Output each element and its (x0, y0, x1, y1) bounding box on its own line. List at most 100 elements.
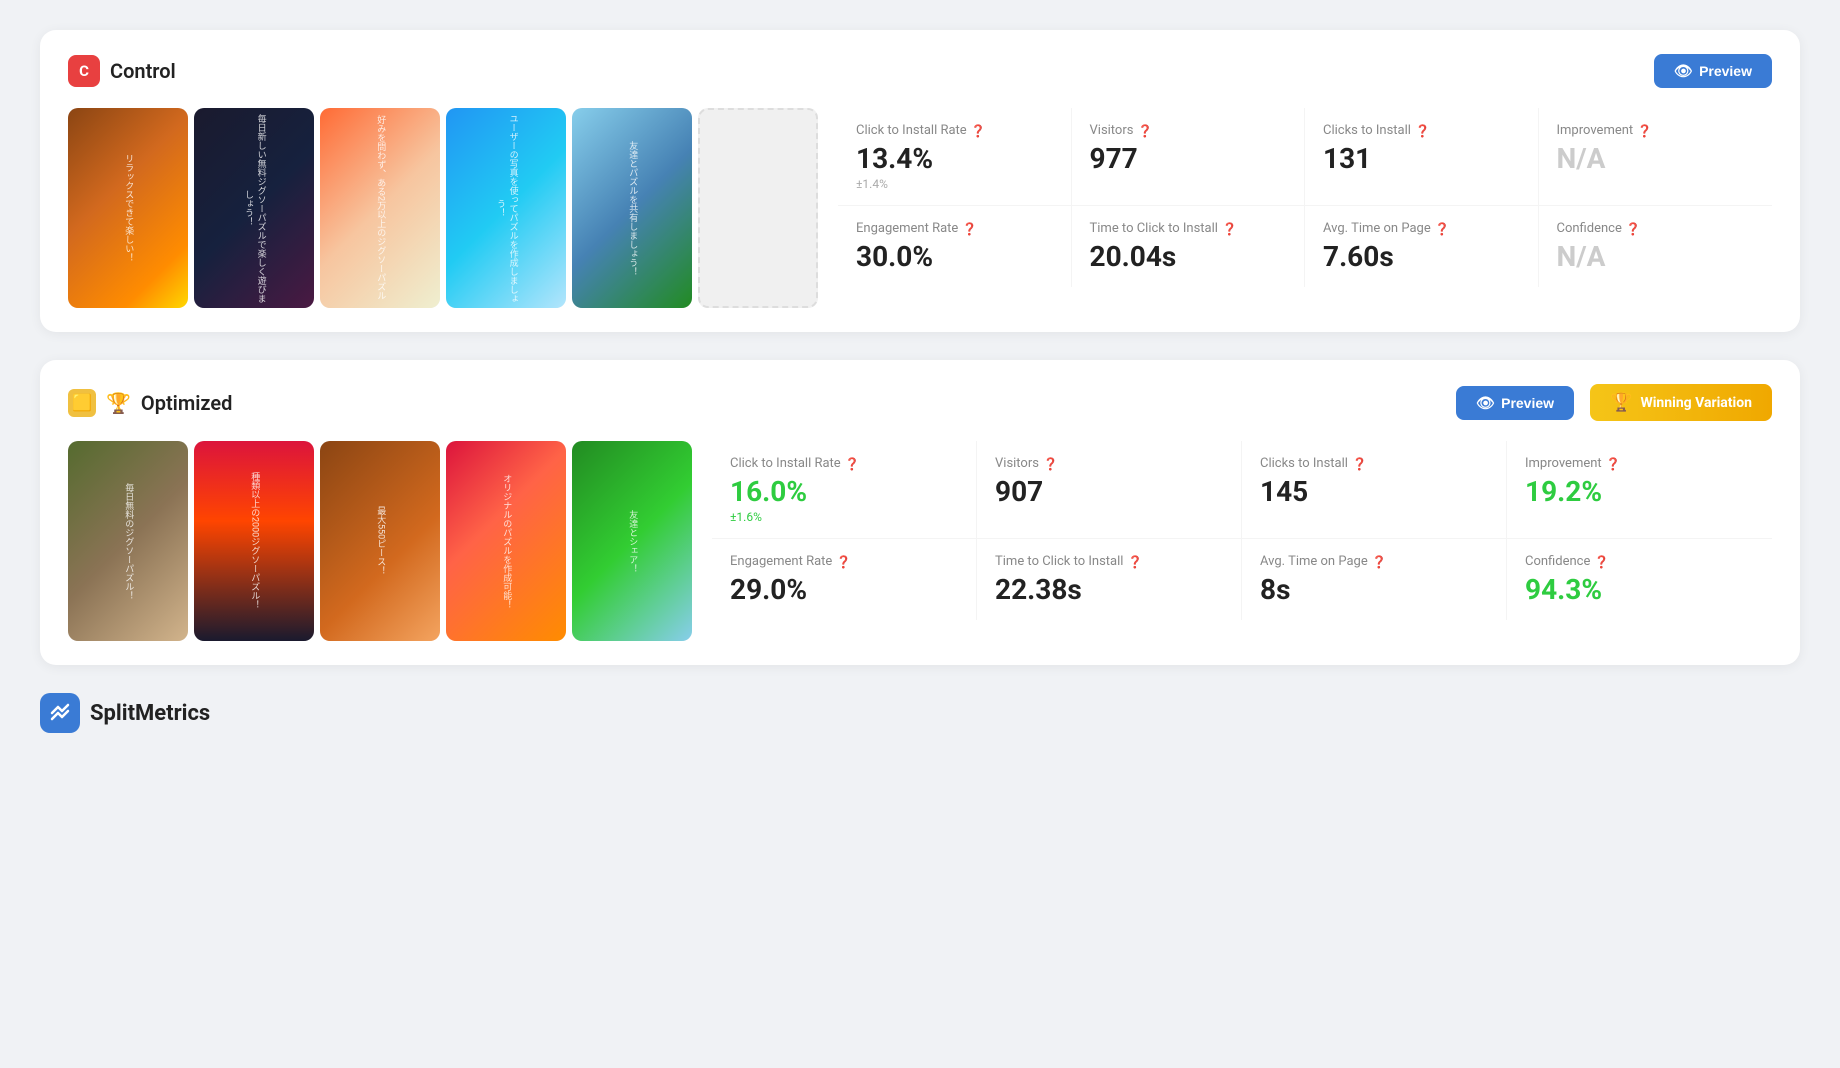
opt-screenshot-slot-4[interactable]: オリジナルのパズルを作成可能！ (446, 441, 566, 641)
ctrl-atop-help[interactable]: ❓ (1435, 221, 1450, 238)
opt-improvement-stat: Improvement ❓ 19.2% (1507, 441, 1772, 538)
opt-atop-help[interactable]: ❓ (1372, 554, 1387, 571)
optimized-content: 毎日無料のジグソーパズル！ 種類以上の2000ジグソーパズル！ 最大550ピース… (68, 441, 1772, 641)
opt-screenshot-slot-3[interactable]: 最大550ピース！ (320, 441, 440, 641)
ctrl-visitors-stat: Visitors ❓ 977 (1072, 108, 1306, 205)
control-title: Control (110, 59, 176, 83)
ctrl-cir-value: 13.4% (856, 144, 1053, 175)
screenshot-slot-1[interactable]: リラックスできて楽しい！ (68, 108, 188, 308)
ss-text-5: 友達とパズルを共有しましょう！ (572, 108, 692, 308)
optimized-screenshots: 毎日無料のジグソーパズル！ 種類以上の2000ジグソーパズル！ 最大550ピース… (68, 441, 692, 641)
ctrl-cir-sub: ±1.4% (856, 177, 1053, 191)
screenshot-slot-empty (698, 108, 818, 308)
opt-cti-help[interactable]: ❓ (1352, 456, 1367, 473)
page-container: C Control 👁 Preview リラックスできて楽しい！ 毎日新しい無料… (40, 30, 1800, 733)
opt-screenshot-slot-5[interactable]: 友達とシェア！ (572, 441, 692, 641)
screenshot-slot-4[interactable]: ユーザーの写真を使ってパズルを作成しましょう！ (446, 108, 566, 308)
opt-atop-stat: Avg. Time on Page ❓ 8s (1242, 539, 1507, 620)
opt-er-value: 29.0% (730, 575, 958, 606)
opt-cir-label: Click to Install Rate ❓ (730, 455, 958, 473)
ctrl-cti-value: 131 (1323, 144, 1520, 175)
ctrl-cir-help[interactable]: ❓ (971, 123, 986, 140)
optimized-title: Optimized (141, 391, 233, 415)
opt-atop-value: 8s (1260, 575, 1488, 606)
ss-text-3: 好みを問わず、ある2万以上のジグソーパズル (320, 108, 440, 308)
opt-ttci-label: Time to Click to Install ❓ (995, 553, 1223, 571)
ctrl-visitors-label: Visitors ❓ (1090, 122, 1287, 140)
control-stats: Click to Install Rate ❓ 13.4% ±1.4% Visi… (838, 108, 1772, 287)
opt-ttci-value: 22.38s (995, 575, 1223, 606)
opt-ss-text-4: オリジナルのパズルを作成可能！ (446, 441, 566, 641)
opt-ttci-stat: Time to Click to Install ❓ 22.38s (977, 539, 1242, 620)
opt-ttci-help[interactable]: ❓ (1127, 554, 1142, 571)
opt-improvement-help[interactable]: ❓ (1606, 456, 1621, 473)
opt-cti-stat: Clicks to Install ❓ 145 (1242, 441, 1507, 538)
ctrl-er-stat: Engagement Rate ❓ 30.0% (838, 206, 1072, 287)
opt-cir-help[interactable]: ❓ (845, 456, 860, 473)
opt-visitors-stat: Visitors ❓ 907 (977, 441, 1242, 538)
opt-improvement-label: Improvement ❓ (1525, 455, 1754, 473)
opt-cir-stat: Click to Install Rate ❓ 16.0% ±1.6% (712, 441, 977, 538)
opt-confidence-help[interactable]: ❓ (1594, 554, 1609, 571)
opt-er-label: Engagement Rate ❓ (730, 553, 958, 571)
ctrl-improvement-label: Improvement ❓ (1557, 122, 1755, 140)
ss-text-4: ユーザーの写真を使ってパズルを作成しましょう！ (446, 108, 566, 308)
ctrl-cti-stat: Clicks to Install ❓ 131 (1305, 108, 1539, 205)
screenshot-slot-5[interactable]: 友達とパズルを共有しましょう！ (572, 108, 692, 308)
optimized-section: 🟨 🏆 Optimized 👁 Preview 🏆 Winning Variat… (40, 360, 1800, 665)
opt-visitors-value: 907 (995, 477, 1223, 508)
opt-ss-text-1: 毎日無料のジグソーパズル！ (68, 441, 188, 641)
ctrl-ttci-label: Time to Click to Install ❓ (1090, 220, 1287, 238)
optimized-stats-row2: Engagement Rate ❓ 29.0% Time to Click to… (712, 538, 1772, 620)
screenshot-slot-2[interactable]: 毎日新しい無料ジグソーパズルで楽しく遊びましょう！ (194, 108, 314, 308)
optimized-title-group: 🟨 🏆 Optimized (68, 389, 232, 417)
ctrl-improvement-help[interactable]: ❓ (1637, 123, 1652, 140)
ctrl-cti-help[interactable]: ❓ (1415, 123, 1430, 140)
control-screenshots: リラックスできて楽しい！ 毎日新しい無料ジグソーパズルで楽しく遊びましょう！ 好… (68, 108, 818, 308)
ctrl-visitors-help[interactable]: ❓ (1137, 123, 1152, 140)
control-stats-row1: Click to Install Rate ❓ 13.4% ±1.4% Visi… (838, 108, 1772, 205)
ctrl-er-help[interactable]: ❓ (962, 221, 977, 238)
ctrl-ttci-value: 20.04s (1090, 242, 1287, 273)
eye-icon-opt: 👁 (1476, 394, 1495, 412)
ctrl-atop-stat: Avg. Time on Page ❓ 7.60s (1305, 206, 1539, 287)
ctrl-er-value: 30.0% (856, 242, 1053, 273)
ctrl-ttci-help[interactable]: ❓ (1222, 221, 1237, 238)
eye-icon: 👁 (1674, 62, 1693, 80)
ctrl-atop-value: 7.60s (1323, 242, 1520, 273)
opt-visitors-help[interactable]: ❓ (1043, 456, 1058, 473)
opt-er-stat: Engagement Rate ❓ 29.0% (712, 539, 977, 620)
optimized-header-right: 👁 Preview 🏆 Winning Variation (1456, 384, 1772, 421)
winning-icon: 🏆 (1610, 392, 1632, 413)
optimized-stats-row1: Click to Install Rate ❓ 16.0% ±1.6% Visi… (712, 441, 1772, 538)
opt-cir-sub: ±1.6% (730, 510, 958, 524)
opt-ss-text-2: 種類以上の2000ジグソーパズル！ (194, 441, 314, 641)
ctrl-confidence-help[interactable]: ❓ (1626, 221, 1641, 238)
ss-text-1: リラックスできて楽しい！ (68, 108, 188, 308)
opt-screenshot-slot-2[interactable]: 種類以上の2000ジグソーパズル！ (194, 441, 314, 641)
control-badge: C (68, 55, 100, 87)
opt-cti-value: 145 (1260, 477, 1488, 508)
optimized-badge: 🟨 (68, 389, 96, 417)
winning-variation-badge: 🏆 Winning Variation (1590, 384, 1772, 421)
ctrl-confidence-label: Confidence ❓ (1557, 220, 1755, 238)
opt-improvement-value: 19.2% (1525, 477, 1754, 508)
ctrl-cti-label: Clicks to Install ❓ (1323, 122, 1520, 140)
opt-confidence-stat: Confidence ❓ 94.3% (1507, 539, 1772, 620)
opt-atop-label: Avg. Time on Page ❓ (1260, 553, 1488, 571)
opt-screenshot-slot-1[interactable]: 毎日無料のジグソーパズル！ (68, 441, 188, 641)
opt-cir-value: 16.0% (730, 477, 958, 508)
ctrl-cir-label: Click to Install Rate ❓ (856, 122, 1053, 140)
control-section: C Control 👁 Preview リラックスできて楽しい！ 毎日新しい無料… (40, 30, 1800, 332)
control-content: リラックスできて楽しい！ 毎日新しい無料ジグソーパズルで楽しく遊びましょう！ 好… (68, 108, 1772, 308)
opt-ss-text-3: 最大550ピース！ (320, 441, 440, 641)
opt-confidence-value: 94.3% (1525, 575, 1754, 606)
ctrl-atop-label: Avg. Time on Page ❓ (1323, 220, 1520, 238)
opt-er-help[interactable]: ❓ (836, 554, 851, 571)
ctrl-confidence-stat: Confidence ❓ N/A (1539, 206, 1773, 287)
optimized-stats: Click to Install Rate ❓ 16.0% ±1.6% Visi… (712, 441, 1772, 620)
control-preview-button[interactable]: 👁 Preview (1654, 54, 1772, 88)
trophy-icon: 🏆 (106, 391, 131, 415)
screenshot-slot-3[interactable]: 好みを問わず、ある2万以上のジグソーパズル (320, 108, 440, 308)
optimized-preview-button[interactable]: 👁 Preview (1456, 386, 1574, 420)
